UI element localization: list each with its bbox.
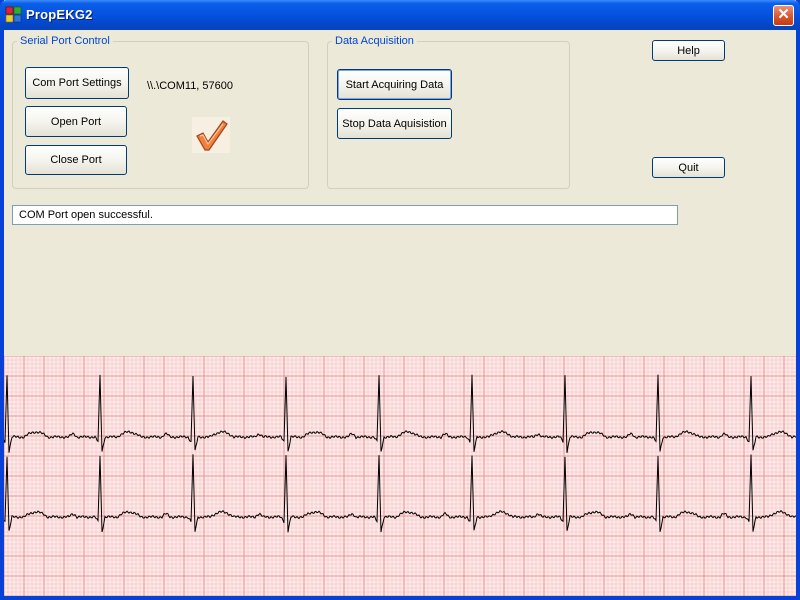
serial-port-legend: Serial Port Control [20,35,110,47]
client-area: Serial Port Control Com Port Settings Op… [4,30,796,596]
help-button[interactable]: Help [652,40,725,61]
start-acquiring-button[interactable]: Start Acquiring Data [337,69,452,100]
close-port-button[interactable]: Close Port [25,145,127,175]
open-port-button[interactable]: Open Port [25,106,127,137]
title-bar[interactable]: PropEKG2 ✕ [0,0,800,30]
data-acquisition-legend: Data Acquisition [335,35,414,47]
app-icon [5,6,22,23]
port-info-label: \\.\COM11, 57600 [147,80,234,92]
ekg-display [4,356,796,596]
stop-acquisition-button[interactable]: Stop Data Aquisistion [337,108,452,139]
quit-button[interactable]: Quit [652,157,725,178]
app-window: PropEKG2 ✕ Serial Port Control Com Port … [0,0,800,600]
checkmark-icon [192,117,230,153]
com-port-settings-button[interactable]: Com Port Settings [25,67,129,99]
status-message: COM Port open successful. [12,205,678,225]
close-icon: ✕ [777,6,790,23]
close-window-button[interactable]: ✕ [773,5,794,26]
window-title: PropEKG2 [26,7,93,22]
